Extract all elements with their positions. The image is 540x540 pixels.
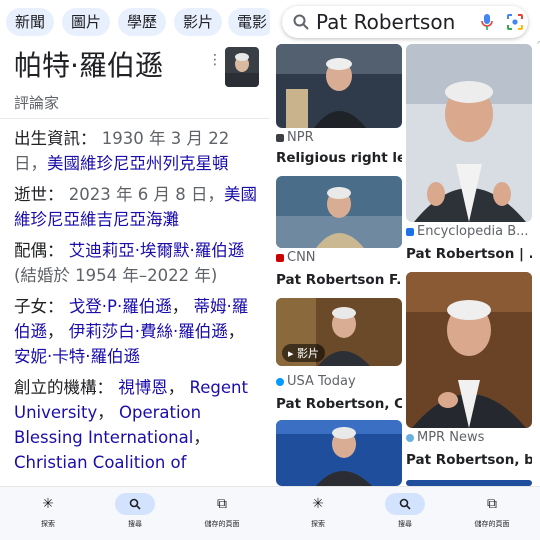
image-result[interactable]: NPR Religious right le... — [276, 44, 402, 168]
nav-discover[interactable]: ✳ 探索 — [18, 493, 78, 529]
result-image — [276, 420, 402, 486]
nav-search[interactable]: 搜尋 — [375, 493, 435, 529]
lens-icon[interactable] — [506, 13, 524, 31]
result-image: ▸ 影片 — [276, 298, 402, 366]
image-result[interactable]: CNN Pat Robertson F... — [276, 176, 402, 294]
image-result[interactable]: ▸ 影片 USA Today Pat Robertson, C... — [276, 298, 402, 416]
fact-link[interactable]: 戈登·P·羅伯遜 — [69, 297, 172, 316]
filter-chips: 新聞 圖片 學歷 影片 電影 — [0, 8, 270, 36]
source-icon — [276, 133, 284, 142]
chip-videos[interactable]: 影片 — [174, 8, 223, 36]
fact-link[interactable]: Christian Coalition of — [14, 453, 186, 472]
page-title: 帕特·羅伯遜 — [14, 49, 163, 82]
fact-link[interactable]: 伊莉莎白·費絲·羅伯遜 — [69, 322, 228, 341]
result-source: Encyclopedia B... — [406, 224, 529, 239]
saved-pages-icon: ⧉ — [487, 496, 497, 512]
result-title: Pat Robertson F... — [276, 272, 402, 288]
asterisk-icon: ✳ — [42, 496, 54, 512]
result-title: Pat Robertson | ... — [406, 246, 532, 262]
result-image — [406, 44, 532, 222]
chip-news[interactable]: 新聞 — [6, 8, 55, 36]
fact-link[interactable]: 安妮·卡特·羅伯遜 — [14, 347, 140, 366]
result-source: USA Today — [276, 374, 356, 389]
facts-list: 出生資訊： 1930 年 3 月 22 日，美國維珍尼亞州列克星頓 逝世： 20… — [14, 126, 262, 481]
result-title: Religious right le... — [276, 150, 402, 166]
search-input[interactable]: Pat Robertson — [316, 9, 455, 35]
portrait-thumbnail[interactable] — [225, 47, 259, 87]
chip-movies[interactable]: 電影 — [228, 8, 270, 36]
mic-icon[interactable] — [480, 13, 494, 31]
entity-subtitle: 評論家 — [14, 94, 60, 112]
scroll-up-icon[interactable]: ^ — [536, 40, 540, 49]
source-icon — [276, 253, 284, 262]
result-source: NPR — [276, 130, 314, 145]
search-icon — [385, 493, 425, 515]
chip-images[interactable]: 圖片 — [62, 8, 111, 36]
more-options-icon[interactable]: ⋮ — [208, 52, 222, 68]
result-title: Pat Robertson, C... — [276, 396, 402, 412]
fact-children: 子女： 戈登·P·羅伯遜， 蒂姆·羅伯遜， 伊莉莎白·費絲·羅伯遜， 安妮·卡特… — [14, 297, 249, 366]
image-result[interactable] — [276, 420, 402, 486]
fact-died: 逝世： 2023 年 6 月 8 日，美國維珍尼亞維吉尼亞海灘 — [14, 185, 257, 229]
search-bar[interactable]: Pat Robertson — [282, 6, 528, 38]
result-image — [406, 272, 532, 428]
fact-link[interactable]: 視博恩 — [118, 378, 168, 397]
result-image — [276, 44, 402, 128]
result-source: CNN — [276, 250, 316, 265]
nav-saved[interactable]: ⧉ 儲存的頁面 — [192, 493, 252, 529]
chip-education[interactable]: 學歷 — [118, 8, 167, 36]
bottom-nav: ✳ 探索 搜尋 ⧉ 儲存的頁面 — [270, 486, 540, 540]
result-title: Pat Robertson, b... — [406, 452, 532, 468]
knowledge-panel-screen: 新聞 圖片 學歷 影片 電影 帕特·羅伯遜 ⋮ 評論家 出生資訊： 1930 年… — [0, 0, 270, 540]
result-image — [276, 176, 402, 248]
nav-search[interactable]: 搜尋 — [105, 493, 165, 529]
fact-link[interactable]: 美國維珍尼亞州列克星頓 — [47, 154, 229, 173]
image-result[interactable]: MPR News Pat Robertson, b... — [406, 272, 532, 476]
nav-saved[interactable]: ⧉ 儲存的頁面 — [462, 493, 522, 529]
image-results-screen: Pat Robertson ^ NPR Religious right le..… — [270, 0, 540, 540]
source-icon — [406, 433, 414, 442]
fact-founded: 創立的機構： 視博恩， Regent University， Operation… — [14, 378, 248, 472]
saved-pages-icon: ⧉ — [217, 496, 227, 512]
fact-born: 出生資訊： 1930 年 3 月 22 日，美國維珍尼亞州列克星頓 — [14, 129, 230, 173]
bottom-nav: ✳ 探索 搜尋 ⧉ 儲存的頁面 — [0, 486, 270, 540]
nav-discover[interactable]: ✳ 探索 — [288, 493, 348, 529]
asterisk-icon: ✳ — [312, 496, 324, 512]
fact-spouse: 配偶： 艾迪莉亞·埃爾默·羅伯遜 (結婚於 1954 年–2022 年) — [14, 241, 245, 285]
result-source: MPR News — [406, 430, 484, 445]
image-result[interactable]: Encyclopedia B... Pat Robertson | ... — [406, 44, 532, 268]
fact-link[interactable]: 艾迪莉亞·埃爾默·羅伯遜 — [69, 241, 245, 260]
video-badge: ▸ 影片 — [282, 344, 326, 362]
search-icon — [293, 14, 309, 30]
divider — [0, 118, 270, 119]
search-icon — [115, 493, 155, 515]
source-icon — [276, 377, 284, 386]
source-icon — [406, 227, 414, 236]
